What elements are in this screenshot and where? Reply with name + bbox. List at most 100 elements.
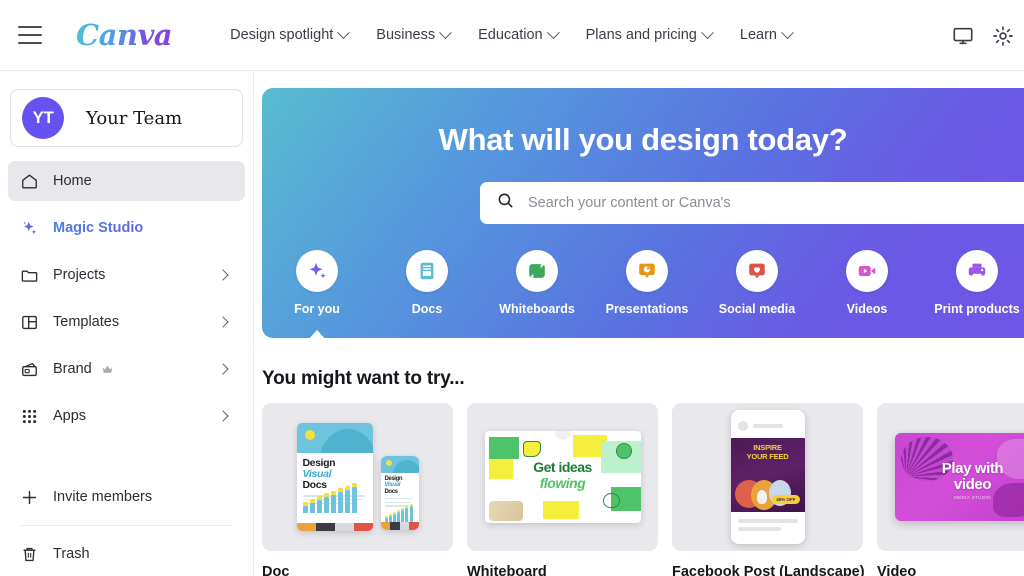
category-tab-presentations[interactable]: Presentations [592, 250, 702, 316]
sticky-note-yellow [542, 501, 579, 519]
search-bar[interactable]: Search your content or Canva's [480, 182, 1024, 224]
chevron-right-icon [217, 316, 229, 328]
sidebar-item-label: Projects [53, 267, 106, 283]
video-subtext: MEDIA STUDIO [953, 495, 992, 500]
doc-footer-strip [380, 522, 419, 530]
sidebar-divider [20, 525, 233, 526]
post-body-lines [731, 512, 805, 531]
sidebar-item-label: Home [53, 173, 92, 189]
sidebar-item-label: Magic Studio [53, 220, 235, 236]
canva-logo[interactable]: Canva [76, 18, 173, 52]
primary-nav-links: Design spotlight Business Education Plan… [216, 19, 806, 51]
suggested-card-video[interactable]: Play with video MEDIA STUDIO Video [877, 403, 1024, 576]
gear-settings-icon[interactable] [990, 23, 1016, 49]
doc-banner-illustration [380, 456, 419, 473]
presentation-icon [626, 250, 668, 292]
desktop-monitor-icon[interactable] [950, 23, 976, 49]
category-label: Videos [846, 302, 888, 316]
sidebar-item-invite-members[interactable]: Invite members [8, 477, 245, 517]
nav-link-business[interactable]: Business [362, 19, 464, 51]
doc-title-line-3: Docs [384, 488, 398, 495]
chevron-down-icon [337, 25, 351, 39]
nav-link-education[interactable]: Education [464, 19, 572, 51]
sidebar-item-home[interactable]: Home [8, 161, 245, 201]
video-text-line-2: video [953, 475, 992, 493]
nav-link-design-spotlight[interactable]: Design spotlight [216, 19, 362, 51]
nav-right-icons [950, 0, 1016, 71]
category-tab-print-products[interactable]: Print products [922, 250, 1024, 316]
sidebar-item-label: Trash [53, 546, 90, 562]
smiley-heart-sticker [522, 441, 541, 457]
nav-link-label: Plans and pricing [585, 27, 697, 43]
chevron-down-icon [781, 25, 794, 39]
category-label: For you [294, 302, 340, 316]
sidebar-item-templates[interactable]: Templates [8, 302, 245, 342]
hamburger-menu-icon[interactable] [18, 26, 42, 44]
document-icon [406, 250, 448, 292]
discount-badge: 40% OFF [772, 495, 800, 504]
left-sidebar: YT Your Team Home Magic Studio Projects … [0, 71, 254, 576]
sidebar-item-label: Templates [53, 314, 120, 330]
suggested-card-doc[interactable]: Design Visual Docs Design Visual Docs Do… [262, 403, 453, 576]
sidebar-item-label: Invite members [53, 489, 153, 505]
chevron-down-icon [546, 25, 560, 39]
sidebar-nav-list: Home Magic Studio Projects Templates Bra… [0, 161, 253, 574]
hero-title: What will you design today? [438, 122, 848, 157]
sidebar-item-projects[interactable]: Projects [8, 255, 245, 295]
whiteboard-icon [516, 250, 558, 292]
post-image: INSPIRE YOUR FEED 40% OFF [730, 438, 805, 512]
card-thumbnail-doc: Design Visual Docs Design Visual Docs [262, 403, 453, 551]
sun-shape [304, 430, 315, 440]
sticky-note-green [488, 437, 519, 459]
whiteboard-handle-dot [555, 431, 570, 438]
card-label: Doc [262, 564, 290, 576]
star-badge-sticker [615, 443, 632, 459]
category-tab-whiteboards[interactable]: Whiteboards [482, 250, 592, 316]
nav-link-plans-and-pricing[interactable]: Plans and pricing [572, 19, 726, 51]
sidebar-item-magic-studio[interactable]: Magic Studio [8, 208, 245, 248]
avatar [737, 421, 748, 431]
chevron-right-icon [217, 410, 229, 422]
nav-link-label: Business [376, 27, 436, 43]
doc-bar-chart [384, 503, 413, 522]
category-label: Docs [411, 302, 443, 316]
folder-icon [18, 264, 40, 286]
sidebar-item-trash[interactable]: Trash [8, 534, 245, 574]
category-label: Social media [718, 302, 796, 316]
templates-icon [18, 311, 40, 333]
category-label: Whiteboards [499, 302, 575, 316]
nav-link-label: Design spotlight [230, 27, 334, 43]
image-placeholder [488, 501, 523, 521]
name-placeholder [752, 424, 783, 428]
suggested-card-whiteboard[interactable]: Get ideas flowing Whiteboard [467, 403, 658, 576]
nav-link-learn[interactable]: Learn [726, 19, 806, 51]
doc-page-preview: Design Visual Docs [296, 423, 373, 531]
video-camera-icon [846, 250, 888, 292]
sidebar-item-brand[interactable]: Brand [8, 349, 245, 389]
suggested-card-facebook-post[interactable]: INSPIRE YOUR FEED 40% OFF Facebook Post … [672, 403, 865, 576]
video-text-line-1: Play with [941, 460, 1004, 477]
category-tab-docs[interactable]: Docs [372, 250, 482, 316]
active-tab-pointer [306, 330, 328, 338]
sun-shape [385, 460, 392, 466]
search-input[interactable]: Search your content or Canva's [528, 195, 731, 211]
poster-line-2: YOUR FEED [746, 451, 789, 461]
team-switcher[interactable]: YT Your Team [10, 89, 243, 147]
category-tabs: For you Docs Whiteboards Presentations S… [262, 250, 1024, 338]
hill-shape [318, 429, 373, 453]
card-thumbnail-video: Play with video MEDIA STUDIO [877, 403, 1024, 551]
whiteboard-preview: Get ideas flowing [484, 431, 641, 523]
card-thumbnail-whiteboard: Get ideas flowing [467, 403, 658, 551]
team-name-label: Your Team [86, 107, 183, 129]
facebook-phone-preview: INSPIRE YOUR FEED 40% OFF [730, 410, 805, 544]
category-tab-social-media[interactable]: Social media [702, 250, 812, 316]
video-headline: Play with video [895, 461, 1024, 493]
card-label: Whiteboard [467, 564, 547, 576]
sparkle-icon [296, 250, 338, 292]
category-tab-for-you[interactable]: For you [262, 250, 372, 338]
search-icon [496, 191, 515, 215]
category-tab-videos[interactable]: Videos [812, 250, 922, 316]
doc-banner-illustration [296, 423, 373, 453]
sidebar-item-apps[interactable]: Apps [8, 396, 245, 436]
heart-bubble-icon [736, 250, 778, 292]
